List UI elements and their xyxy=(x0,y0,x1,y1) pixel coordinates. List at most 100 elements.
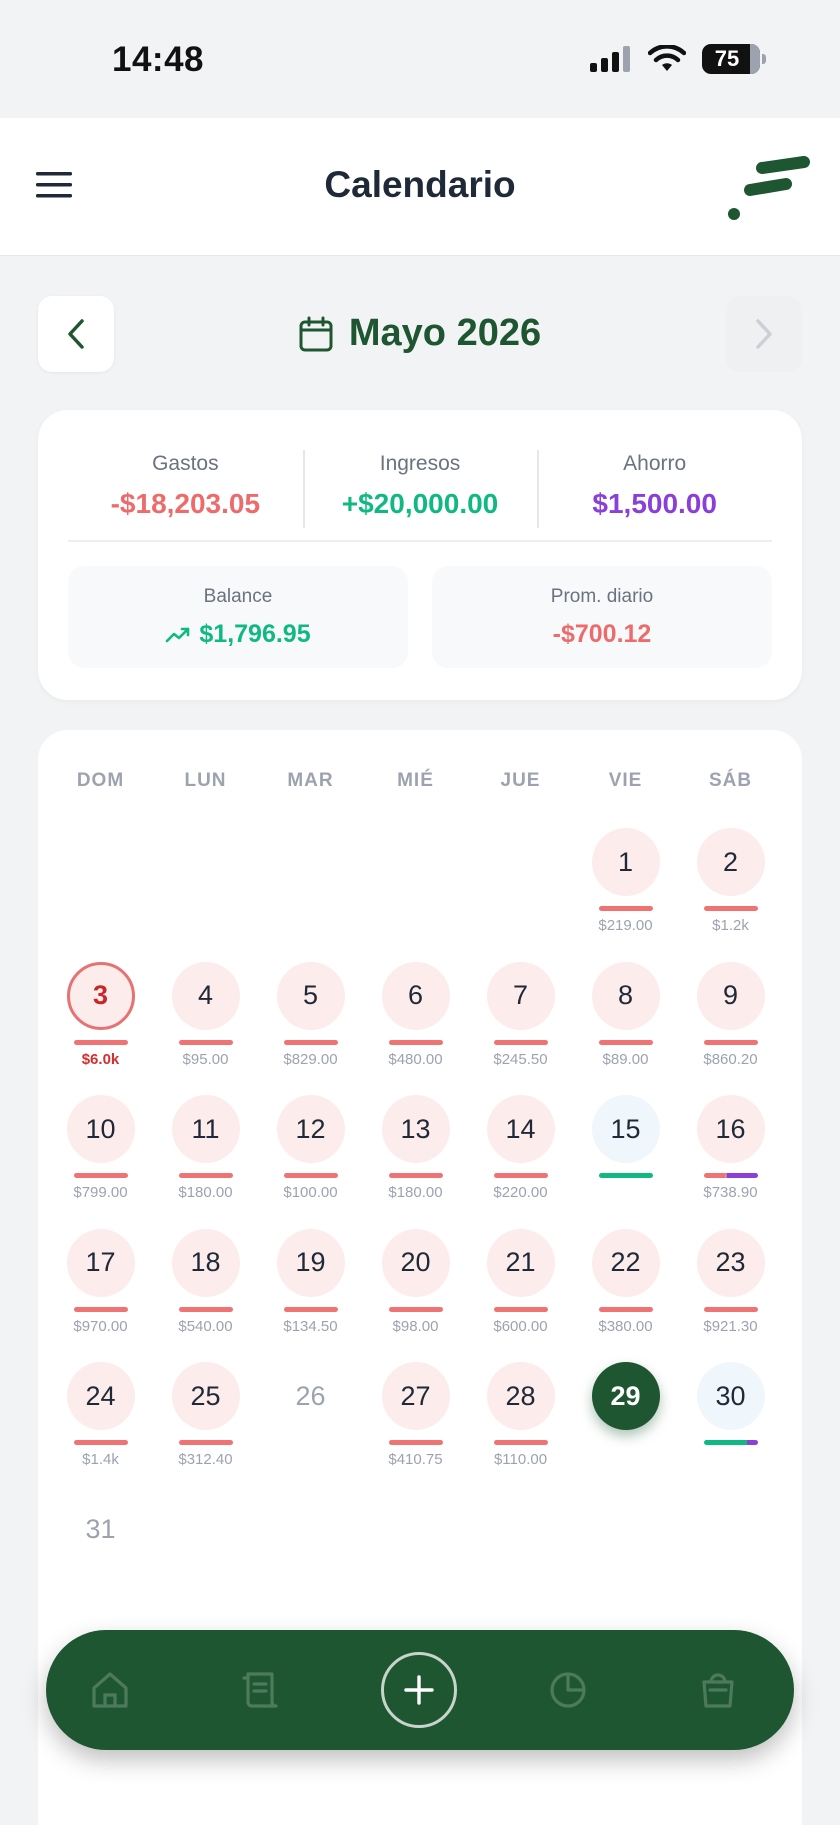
calendar-day-5[interactable]: 5 $829.00 xyxy=(258,961,363,1096)
calendar-day-23[interactable]: 23 $921.30 xyxy=(678,1228,783,1363)
month-label: Mayo 2026 xyxy=(348,312,542,354)
day-activity-bar xyxy=(703,906,758,911)
nav-reports[interactable] xyxy=(538,1660,598,1720)
calendar-empty-cell xyxy=(48,828,153,962)
calendar-day-18[interactable]: 18 $540.00 xyxy=(153,1228,258,1363)
day-number: 19 xyxy=(276,1228,345,1297)
day-activity-bar xyxy=(73,1039,128,1045)
calendar-day-26[interactable]: 26 xyxy=(258,1362,363,1496)
day-activity-bar xyxy=(178,1440,233,1445)
calendar-day-14[interactable]: 14 $220.00 xyxy=(468,1095,573,1229)
day-amount: $410.75 xyxy=(388,1451,443,1468)
day-amount: $380.00 xyxy=(598,1317,653,1335)
day-activity-bar xyxy=(598,1039,653,1045)
day-number: 9 xyxy=(696,961,765,1030)
day-amount: $970.00 xyxy=(73,1317,128,1335)
day-number: 5 xyxy=(276,961,345,1030)
day-activity-bar xyxy=(73,1306,128,1312)
battery-level: 75 xyxy=(714,46,740,71)
nav-shopping[interactable] xyxy=(688,1660,748,1720)
calendar-day-19[interactable]: 19 $134.50 xyxy=(258,1228,363,1363)
day-amount: $1.4k xyxy=(82,1451,119,1468)
day-amount: $134.50 xyxy=(283,1317,338,1335)
calendar-day-3[interactable]: 3 $6.0k xyxy=(48,961,153,1096)
day-number: 30 xyxy=(696,1362,765,1430)
day-activity-bar xyxy=(73,1440,128,1445)
next-month-button[interactable] xyxy=(726,296,802,372)
calendar-day-21[interactable]: 21 $600.00 xyxy=(468,1228,573,1363)
calendar-day-13[interactable]: 13 $180.00 xyxy=(363,1095,468,1229)
calendar-day-6[interactable]: 6 $480.00 xyxy=(363,961,468,1096)
month-title: Mayo 2026 xyxy=(0,312,840,355)
home-icon xyxy=(92,1672,128,1708)
day-amount: $220.00 xyxy=(493,1184,548,1201)
day-activity-bar xyxy=(388,1440,443,1445)
day-amount: $600.00 xyxy=(493,1317,548,1335)
calendar-day-11[interactable]: 11 $180.00 xyxy=(153,1095,258,1229)
day-amount: $98.00 xyxy=(392,1317,439,1335)
day-number: 15 xyxy=(591,1095,660,1163)
calendar-day-30[interactable]: 30 xyxy=(678,1362,783,1496)
calendar-day-2[interactable]: 2 $1.2k xyxy=(678,828,783,962)
day-amount: $245.50 xyxy=(493,1050,548,1068)
daily-average-value: -$700.12 xyxy=(552,620,652,648)
calendar-day-24[interactable]: 24 $1.4k xyxy=(48,1362,153,1496)
calendar-day-7[interactable]: 7 $245.50 xyxy=(468,961,573,1096)
calendar-day-16[interactable]: 16 $738.90 xyxy=(678,1095,783,1229)
day-amount: $799.00 xyxy=(73,1184,128,1201)
calendar-day-22[interactable]: 22 $380.00 xyxy=(573,1228,678,1363)
calendar-day-20[interactable]: 20 $98.00 xyxy=(363,1228,468,1363)
day-activity-bar xyxy=(178,1306,233,1312)
calendar-day-31[interactable]: 31 xyxy=(48,1496,153,1630)
nav-home[interactable] xyxy=(80,1660,140,1720)
day-number: 1 xyxy=(591,828,660,896)
calendar-day-9[interactable]: 9 $860.20 xyxy=(678,961,783,1096)
day-amount: $312.40 xyxy=(178,1451,233,1468)
weekday-label: MAR xyxy=(287,770,334,791)
day-number: 8 xyxy=(591,961,660,1030)
status-time: 14:48 xyxy=(112,40,205,79)
day-activity-bar xyxy=(493,1306,548,1312)
day-number: 22 xyxy=(591,1228,660,1297)
day-number: 24 xyxy=(66,1362,135,1430)
day-activity-bar xyxy=(388,1039,443,1045)
day-amount: $738.90 xyxy=(703,1184,758,1201)
calendar-empty-cell xyxy=(468,828,573,962)
day-amount: $540.00 xyxy=(178,1317,233,1335)
calendar-day-8[interactable]: 8 $89.00 xyxy=(573,961,678,1096)
ingresos-value: +$20,000.00 xyxy=(341,488,499,519)
weekday-label: VIE xyxy=(608,770,643,791)
calendar-day-17[interactable]: 17 $970.00 xyxy=(48,1228,153,1363)
day-activity-bar xyxy=(598,906,653,911)
day-activity-bar xyxy=(388,1173,443,1178)
gastos-label: Gastos xyxy=(152,452,219,475)
ahorro-label: Ahorro xyxy=(623,452,687,475)
day-number: 2 xyxy=(696,828,765,896)
calendar-day-28[interactable]: 28 $110.00 xyxy=(468,1362,573,1496)
day-number: 28 xyxy=(486,1362,555,1430)
nav-transactions[interactable] xyxy=(230,1660,290,1720)
summary-card: Gastos -$18,203.05 Ingresos +$20,000.00 … xyxy=(38,410,802,700)
summary-divider xyxy=(68,540,772,542)
calendar-day-4[interactable]: 4 $95.00 xyxy=(153,961,258,1096)
calendar-day-25[interactable]: 25 $312.40 xyxy=(153,1362,258,1496)
calendar-day-10[interactable]: 10 $799.00 xyxy=(48,1095,153,1229)
add-transaction-button[interactable] xyxy=(381,1652,457,1728)
day-activity-bar xyxy=(703,1039,758,1045)
day-number: 13 xyxy=(381,1095,450,1163)
calendar-day-1[interactable]: 1 $219.00 xyxy=(573,828,678,962)
balance-value: $1,796.95 xyxy=(199,620,311,648)
trending-up-icon xyxy=(166,627,190,642)
day-activity-bar xyxy=(388,1306,443,1312)
day-activity-bar xyxy=(493,1173,548,1178)
calendar-day-15[interactable]: 15 xyxy=(573,1095,678,1229)
day-number: 20 xyxy=(381,1228,450,1297)
day-number: 17 xyxy=(66,1228,135,1297)
day-activity-bar xyxy=(493,1440,548,1445)
calendar-icon xyxy=(299,316,333,351)
calendar-day-12[interactable]: 12 $100.00 xyxy=(258,1095,363,1229)
day-number: 29 xyxy=(591,1362,660,1430)
calendar-day-27[interactable]: 27 $410.75 xyxy=(363,1362,468,1496)
day-amount: $219.00 xyxy=(598,917,653,934)
calendar-day-29[interactable]: 29 xyxy=(573,1362,678,1496)
